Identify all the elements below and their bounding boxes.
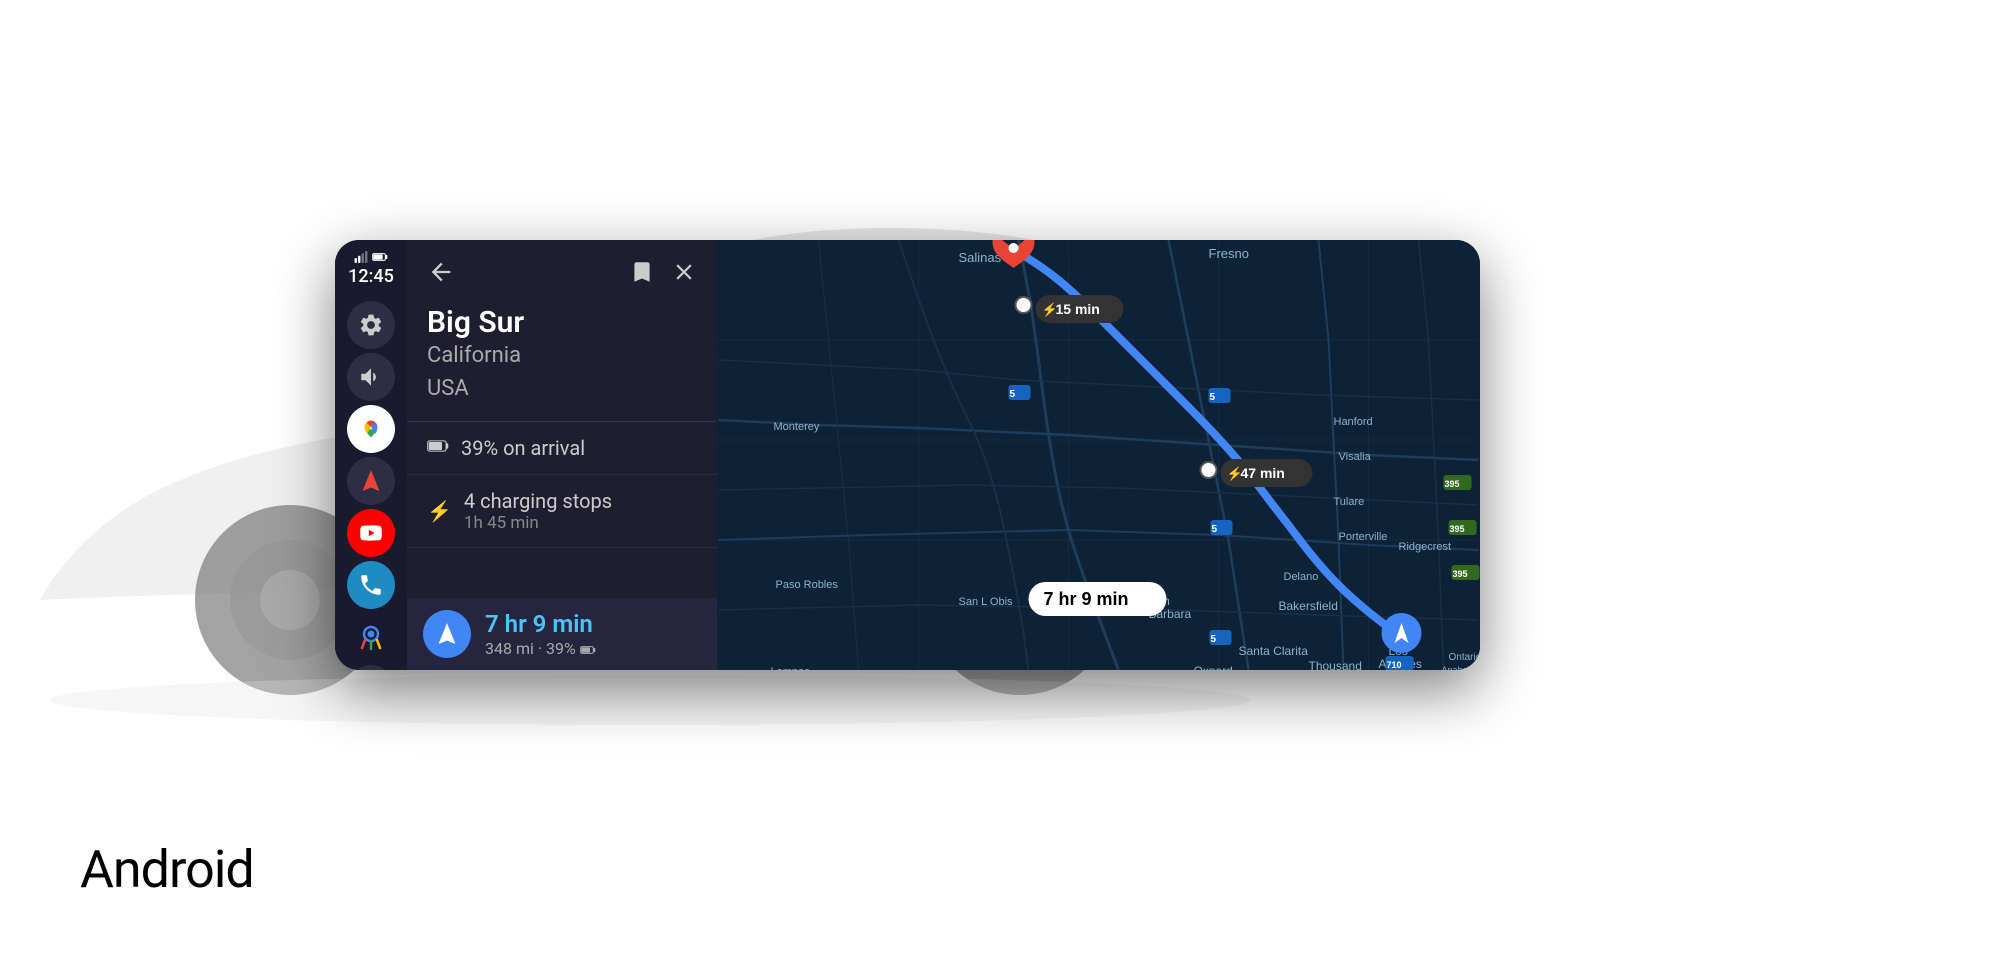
close-button[interactable] [671,259,697,285]
map-area[interactable]: Salinas Fresno Monterey Hanford Visalia … [717,240,1480,670]
header-actions [629,259,697,285]
navigation-strip: 7 hr 9 min 348 mi · 39% [407,598,717,670]
svg-text:Visalia: Visalia [1339,451,1372,463]
svg-text:Lompoc: Lompoc [771,666,811,670]
navigate-arrow-icon [434,621,460,647]
charging-duration-text: 1h 45 min [464,513,612,533]
battery-arrival-icon [427,438,449,458]
clock-display: 12:45 [348,266,394,287]
bookmark-icon [629,259,655,285]
nav-details: 348 mi · 39% [485,639,596,658]
svg-text:Ridgecrest: Ridgecrest [1399,541,1452,553]
svg-text:Porterville: Porterville [1339,531,1388,543]
svg-text:Bakersfield: Bakersfield [1279,599,1338,613]
charging-info: 4 charging stops 1h 45 min [464,489,612,533]
nav-info: 7 hr 9 min 348 mi · 39% [485,610,596,658]
phone-button[interactable] [347,561,395,609]
nav-avatar [423,610,471,658]
charging-stops-text: 4 charging stops [464,489,612,513]
svg-text:Anaheim: Anaheim [1442,665,1478,670]
signal-icon [354,250,368,264]
svg-text:Salinas: Salinas [959,250,1002,265]
svg-text:395: 395 [1453,569,1468,579]
navigate-icon [358,468,384,494]
panel-header [407,240,717,298]
destination-country: USA [427,374,697,405]
svg-text:15 min: 15 min [1056,301,1100,317]
svg-text:Paso Robles: Paso Robles [776,579,839,591]
svg-text:Delano: Delano [1284,571,1319,583]
destination-name: Big Sur [427,306,697,339]
sidebar: 12:45 [335,240,407,670]
battery-icon [427,438,449,454]
destination-state: California [427,341,697,372]
volume-icon [358,364,384,390]
charging-icon: ⚡ [427,499,452,523]
svg-text:5: 5 [1210,392,1216,403]
back-arrow-icon [427,258,455,286]
svg-text:San L Obis: San L Obis [959,596,1014,608]
svg-text:5: 5 [1211,634,1217,645]
settings-button[interactable] [347,301,395,349]
zoom-in-button[interactable]: + [349,665,393,670]
android-brand-label: Android [80,839,254,900]
svg-text:Tulare: Tulare [1334,496,1365,508]
svg-text:Ontario: Ontario [1449,652,1481,663]
svg-text:710: 710 [1387,660,1402,670]
battery-arrival-row: 39% on arrival [407,422,717,475]
google-maps-button[interactable] [347,405,395,453]
volume-button[interactable] [347,353,395,401]
youtube-button[interactable] [347,509,395,557]
battery-inline-icon [580,644,596,656]
bookmark-button[interactable] [629,259,655,285]
nav-distance: 348 mi · 39% [485,639,580,658]
svg-text:5: 5 [1010,389,1016,400]
info-panel: Big Sur California USA 39% on arrival ⚡ … [407,240,717,670]
car-unit: 12:45 [335,240,1480,670]
svg-text:7 hr 9 min: 7 hr 9 min [1044,589,1129,609]
back-button[interactable] [427,258,455,286]
navigation-button[interactable] [347,457,395,505]
svg-text:Fresno: Fresno [1209,246,1249,261]
bottom-controls: + − [349,665,393,670]
gear-icon [358,312,384,338]
svg-text:Thousand: Thousand [1309,659,1362,670]
battery-status-icon [372,251,388,263]
youtube-icon [358,520,384,546]
svg-text:5: 5 [1212,524,1218,535]
svg-text:Oxnard: Oxnard [1194,664,1233,670]
close-icon [671,259,697,285]
assistant-button[interactable] [347,613,395,661]
google-maps-icon [357,415,385,443]
svg-text:Santa Clarita: Santa Clarita [1239,644,1309,658]
svg-text:47 min: 47 min [1241,465,1285,481]
svg-text:395: 395 [1445,479,1460,489]
svg-text:Monterey: Monterey [774,421,820,433]
battery-arrival-text: 39% on arrival [461,436,585,460]
phone-icon [358,572,384,598]
destination-info: Big Sur California USA [407,298,717,421]
google-assistant-icon [356,622,386,652]
svg-text:395: 395 [1450,524,1465,534]
nav-time: 7 hr 9 min [485,610,596,638]
svg-text:Hanford: Hanford [1334,416,1373,428]
map-svg: Salinas Fresno Monterey Hanford Visalia … [717,240,1480,670]
charging-stops-row: ⚡ 4 charging stops 1h 45 min [407,475,717,548]
